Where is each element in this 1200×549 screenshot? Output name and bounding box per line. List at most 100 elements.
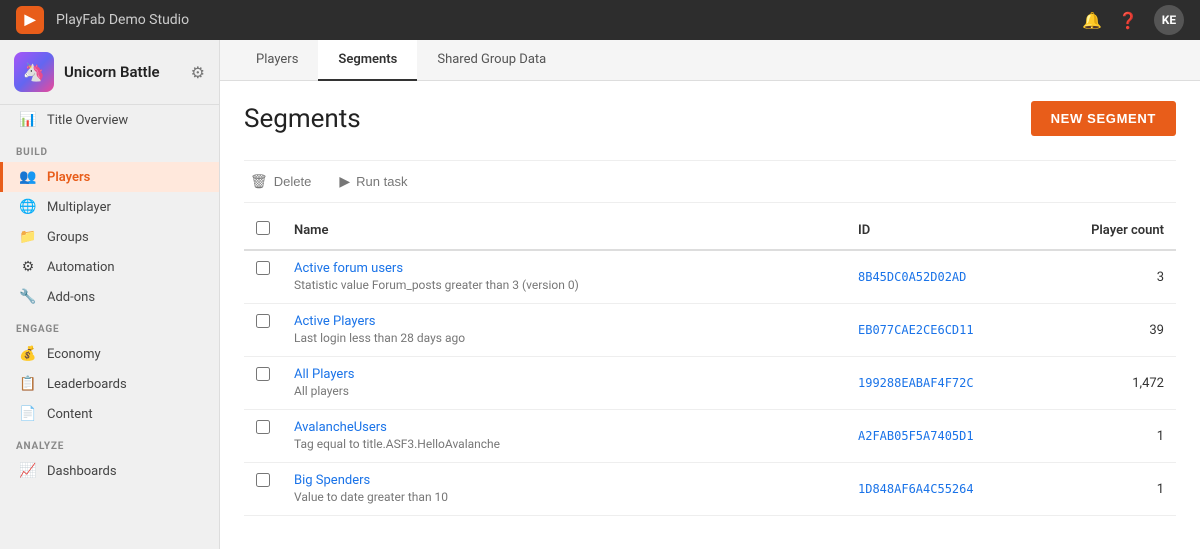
segment-name-link[interactable]: Big Spenders — [294, 473, 834, 488]
sidebar-item-label: Title Overview — [47, 113, 128, 128]
row-checkbox[interactable] — [256, 261, 270, 275]
row-id-cell: 8B45DC0A52D02AD — [846, 250, 1046, 304]
main-layout: 🦄 Unicorn Battle ⚙ 📊 Title Overview BUIL… — [0, 40, 1200, 549]
playfab-logo: ▶ — [16, 6, 44, 34]
segment-id: EB077CAE2CE6CD11 — [858, 323, 974, 337]
segment-player-count: 3 — [1157, 270, 1164, 285]
segment-player-count: 1,472 — [1132, 376, 1164, 391]
header-name: Name — [282, 211, 846, 250]
row-count-cell: 1 — [1046, 463, 1176, 516]
row-checkbox-cell — [244, 357, 282, 410]
engage-section-label: ENGAGE — [0, 312, 219, 339]
page-title: Segments — [244, 104, 361, 134]
dashboards-icon: 📈 — [19, 463, 37, 479]
segments-table: Name ID Player count Active forum users … — [244, 211, 1176, 516]
segment-description: All players — [294, 384, 349, 398]
row-count-cell: 39 — [1046, 304, 1176, 357]
automation-icon: ⚙ — [19, 259, 37, 275]
segment-name-link[interactable]: AvalancheUsers — [294, 420, 834, 435]
sidebar-item-automation[interactable]: ⚙ Automation — [0, 252, 219, 282]
header-checkbox-col — [244, 211, 282, 250]
addons-icon: 🔧 — [19, 289, 37, 305]
top-bar: ▶ PlayFab Demo Studio 🔔 ❓ KE — [0, 0, 1200, 40]
game-name: Unicorn Battle — [64, 63, 181, 81]
sidebar-item-label: Economy — [47, 347, 101, 362]
segment-id: 1D848AF6A4C55264 — [858, 482, 974, 496]
sidebar-item-content[interactable]: 📄 Content — [0, 399, 219, 429]
segment-description: Last login less than 28 days ago — [294, 331, 465, 345]
top-bar-icons: 🔔 ❓ KE — [1082, 5, 1184, 35]
row-name-cell: All Players All players — [282, 357, 846, 410]
studio-title: PlayFab Demo Studio — [56, 12, 1070, 28]
sidebar-item-label: Automation — [47, 260, 115, 275]
segment-id: 199288EABAF4F72C — [858, 376, 974, 390]
row-checkbox-cell — [244, 250, 282, 304]
segment-name-link[interactable]: All Players — [294, 367, 834, 382]
row-checkbox[interactable] — [256, 473, 270, 487]
row-checkbox[interactable] — [256, 367, 270, 381]
bar-chart-icon: 📊 — [19, 112, 37, 128]
segment-name-link[interactable]: Active Players — [294, 314, 834, 329]
row-name-cell: AvalancheUsers Tag equal to title.ASF3.H… — [282, 410, 846, 463]
bell-icon[interactable]: 🔔 — [1082, 11, 1102, 30]
build-section-label: BUILD — [0, 135, 219, 162]
row-name-cell: Active Players Last login less than 28 d… — [282, 304, 846, 357]
delete-icon: 🗑 — [250, 173, 268, 190]
main-content: Players Segments Shared Group Data Segme… — [220, 40, 1200, 549]
row-count-cell: 3 — [1046, 250, 1176, 304]
segment-id: 8B45DC0A52D02AD — [858, 270, 966, 284]
table-row: Active forum users Statistic value Forum… — [244, 250, 1176, 304]
tab-shared-group-data[interactable]: Shared Group Data — [417, 40, 566, 81]
groups-icon: 📁 — [19, 229, 37, 245]
run-icon: ▶ — [339, 173, 350, 190]
segment-name-link[interactable]: Active forum users — [294, 261, 834, 276]
segment-description: Tag equal to title.ASF3.HelloAvalanche — [294, 437, 500, 451]
tab-bar: Players Segments Shared Group Data — [220, 40, 1200, 81]
row-id-cell: EB077CAE2CE6CD11 — [846, 304, 1046, 357]
row-id-cell: 199288EABAF4F72C — [846, 357, 1046, 410]
segment-player-count: 39 — [1149, 323, 1164, 338]
row-count-cell: 1,472 — [1046, 357, 1176, 410]
table-header-row: Name ID Player count — [244, 211, 1176, 250]
sidebar-item-economy[interactable]: 💰 Economy — [0, 339, 219, 369]
select-all-checkbox[interactable] — [256, 221, 270, 235]
header-id: ID — [846, 211, 1046, 250]
content-icon: 📄 — [19, 406, 37, 422]
sidebar-item-groups[interactable]: 📁 Groups — [0, 222, 219, 252]
segment-id: A2FAB05F5A7405D1 — [858, 429, 974, 443]
players-icon: 👥 — [19, 169, 37, 185]
new-segment-button[interactable]: NEW SEGMENT — [1031, 101, 1176, 136]
sidebar-item-players[interactable]: 👥 Players — [0, 162, 219, 192]
leaderboards-icon: 📋 — [19, 376, 37, 392]
analyze-section-label: ANALYZE — [0, 429, 219, 456]
user-avatar[interactable]: KE — [1154, 5, 1184, 35]
sidebar-item-multiplayer[interactable]: 🌐 Multiplayer — [0, 192, 219, 222]
tab-segments[interactable]: Segments — [318, 40, 417, 81]
row-name-cell: Big Spenders Value to date greater than … — [282, 463, 846, 516]
run-task-button[interactable]: ▶ Run task — [333, 169, 413, 194]
settings-gear-icon[interactable]: ⚙ — [191, 63, 205, 82]
tab-players[interactable]: Players — [236, 40, 318, 81]
sidebar: 🦄 Unicorn Battle ⚙ 📊 Title Overview BUIL… — [0, 40, 220, 549]
game-icon-inner: 🦄 — [14, 52, 54, 92]
help-icon[interactable]: ❓ — [1118, 11, 1138, 30]
delete-button[interactable]: 🗑 Delete — [244, 169, 317, 194]
table-row: AvalancheUsers Tag equal to title.ASF3.H… — [244, 410, 1176, 463]
row-checkbox-cell — [244, 304, 282, 357]
sidebar-item-leaderboards[interactable]: 📋 Leaderboards — [0, 369, 219, 399]
table-row: All Players All players 199288EABAF4F72C… — [244, 357, 1176, 410]
sidebar-item-label: Groups — [47, 230, 89, 245]
sidebar-item-dashboards[interactable]: 📈 Dashboards — [0, 456, 219, 486]
sidebar-item-addons[interactable]: 🔧 Add-ons — [0, 282, 219, 312]
row-checkbox[interactable] — [256, 420, 270, 434]
sidebar-item-title-overview[interactable]: 📊 Title Overview — [0, 105, 219, 135]
sidebar-item-label: Add-ons — [47, 290, 95, 305]
economy-icon: 💰 — [19, 346, 37, 362]
sidebar-item-label: Content — [47, 407, 93, 422]
row-checkbox-cell — [244, 410, 282, 463]
game-icon: 🦄 — [14, 52, 54, 92]
multiplayer-icon: 🌐 — [19, 199, 37, 215]
row-checkbox[interactable] — [256, 314, 270, 328]
row-id-cell: 1D848AF6A4C55264 — [846, 463, 1046, 516]
table-toolbar: 🗑 Delete ▶ Run task — [244, 160, 1176, 203]
